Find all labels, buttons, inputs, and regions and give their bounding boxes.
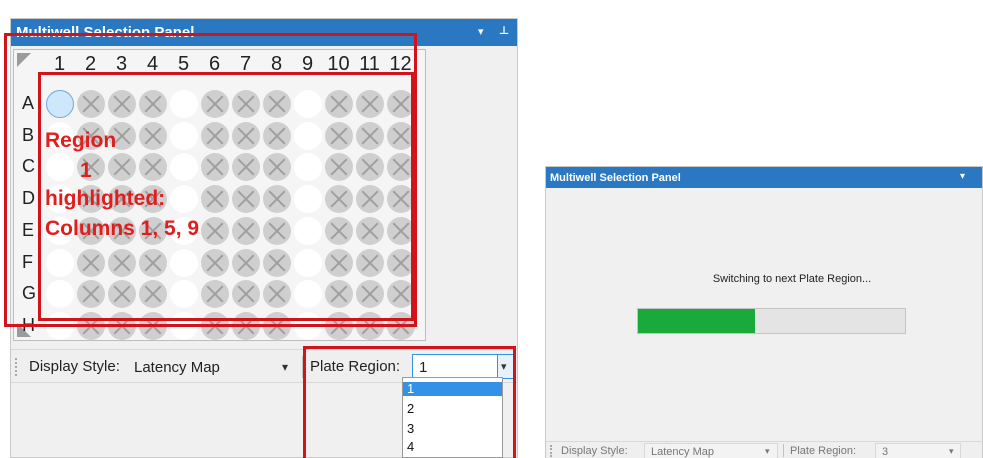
toolbar-grip[interactable] bbox=[550, 445, 552, 457]
multiwell-panel-right: Multiwell Selection Panel ▾ Switching to… bbox=[545, 166, 983, 458]
panel-title-bar: Multiwell Selection Panel ▾ bbox=[546, 167, 982, 188]
panel-title: Multiwell Selection Panel bbox=[550, 172, 681, 184]
display-style-label: Display Style: bbox=[29, 358, 120, 375]
dropdown-highlight-frame bbox=[303, 346, 516, 458]
plate-region-label: Plate Region: bbox=[790, 445, 857, 457]
status-message: Switching to next Plate Region... bbox=[712, 273, 872, 285]
progress-fill bbox=[638, 309, 756, 333]
annotation-line-3: highlighted: bbox=[45, 187, 166, 210]
display-style-value: Latency Map bbox=[651, 446, 714, 458]
annotation-line-2: 1 bbox=[80, 159, 92, 182]
chevron-down-icon: ▾ bbox=[949, 446, 954, 456]
annotation-line-1: Region bbox=[45, 129, 117, 152]
plate-region-value: 3 bbox=[882, 446, 889, 458]
display-style-value: Latency Map bbox=[134, 359, 220, 376]
pin-down-icon[interactable]: ▾ bbox=[960, 172, 965, 182]
chevron-down-icon: ▾ bbox=[282, 360, 289, 374]
pin-down-icon[interactable]: ▾ bbox=[478, 27, 484, 38]
display-style-select[interactable]: Latency Map ▾ bbox=[644, 443, 778, 458]
plate-region-select[interactable]: 3 ▾ bbox=[875, 443, 961, 458]
chevron-down-icon: ▾ bbox=[765, 446, 770, 456]
toolbar-grip[interactable] bbox=[15, 358, 17, 376]
toolbar-separator bbox=[783, 444, 784, 457]
right-toolbar: Display Style: Latency Map ▾ Plate Regio… bbox=[546, 441, 982, 458]
annotation-line-4: Columns 1, 5, 9 bbox=[45, 217, 200, 240]
display-style-select[interactable]: Latency Map ▾ bbox=[127, 354, 297, 379]
display-style-label: Display Style: bbox=[561, 445, 628, 457]
progress-bar bbox=[637, 308, 906, 334]
pin-icon[interactable]: ⊥ bbox=[499, 26, 509, 37]
